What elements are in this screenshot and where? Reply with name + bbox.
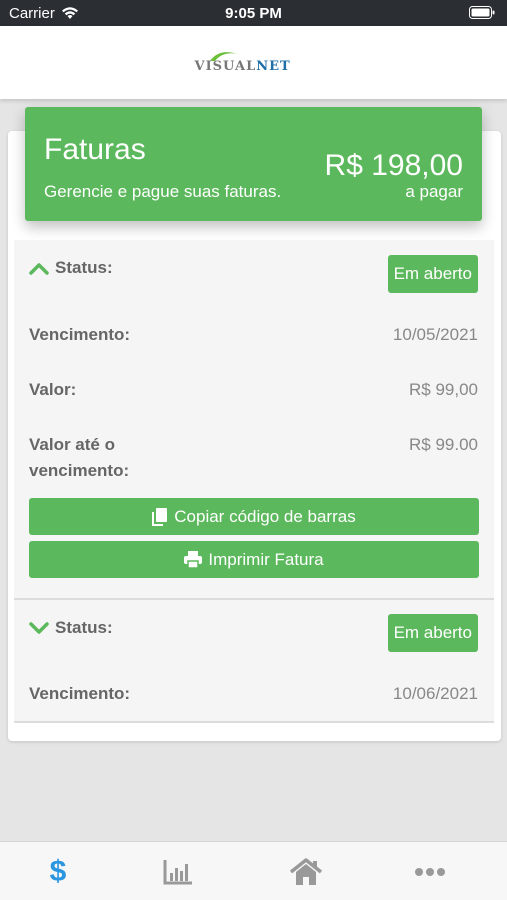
nav-item-consumption[interactable] [148,842,208,900]
home-icon [289,857,323,885]
amount-label: Valor: [29,380,77,399]
print-icon [184,551,203,568]
due-date-value: 10/05/2021 [392,325,478,344]
chart-icon [163,859,192,884]
dollar-icon: $ [49,854,67,888]
battery-icon [469,6,495,23]
status-bar: Carrier 9:05 PM [0,0,507,26]
amount-until-due-value: R$ 99.00 [409,435,478,454]
invoice-item: Status: Em aberto Vencimento: 10/05/2021… [14,240,494,600]
nav-item-invoices[interactable]: $ [28,842,88,900]
more-icon [415,867,445,876]
invoice-status-toggle[interactable]: Status: [29,258,113,278]
print-invoice-button[interactable]: Imprimir Fatura [29,541,479,578]
invoices-banner: Faturas Gerencie e pague suas faturas. R… [25,107,482,221]
status-label: Status: [55,618,113,637]
due-date-value: 10/06/2021 [392,684,478,703]
visualnet-logo: VISUALNET [195,48,313,78]
chevron-up-icon [29,263,49,275]
page-title: Faturas [44,133,146,166]
due-date-label: Vencimento: [29,684,131,703]
page-subtitle: Gerencie e pague suas faturas. [44,182,282,201]
nav-item-home[interactable] [276,842,336,900]
status-label: Status: [55,258,113,277]
logo-text-visual: VISUAL [194,58,257,74]
logo-text-net: NET [256,58,291,74]
app-header: VISUALNET [0,26,507,99]
clock: 9:05 PM [225,5,282,22]
amount-due-label: a pagar [405,182,463,201]
nav-item-more[interactable] [400,842,460,900]
chevron-down-icon [29,622,49,634]
amount-until-due-label: Valor até o vencimento: [29,432,129,484]
copy-barcode-button[interactable]: Copiar código de barras [29,498,479,535]
due-date-label: Vencimento: [29,325,131,344]
status-badge: Em aberto [387,255,478,293]
copy-icon [152,507,168,526]
invoice-status-toggle[interactable]: Status: [29,618,113,638]
amount-until-due-label-line1: Valor até o [29,435,115,454]
copy-barcode-label: Copiar código de barras [174,506,356,526]
invoice-item: Status: Em aberto Vencimento: 10/06/2021 [14,600,494,723]
amount-value: R$ 99,00 [409,380,478,399]
status-badge: Em aberto [387,614,478,652]
amount-until-due-label-line2: vencimento: [29,461,130,480]
bottom-nav: $ [0,841,507,900]
amount-due: R$ 198,00 [324,149,463,182]
logo-text: VISUALNET [195,59,291,74]
print-invoice-label: Imprimir Fatura [208,549,324,569]
